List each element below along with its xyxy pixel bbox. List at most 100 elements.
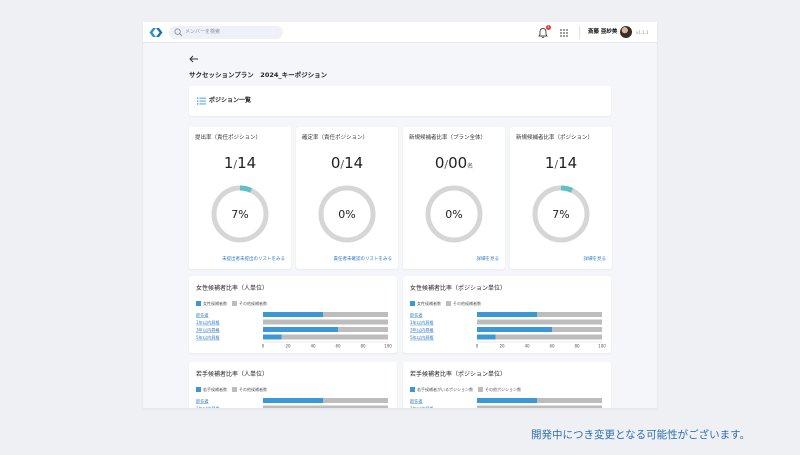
- bar-segment: [263, 405, 388, 408]
- kpi-numerator: 0: [330, 154, 341, 172]
- position-list-label: ポジション一覧: [209, 97, 252, 104]
- kpi-percent: 7%: [552, 208, 569, 221]
- category-label[interactable]: 5年以内昇格: [196, 334, 220, 341]
- legend-label: その他候補者数: [239, 301, 267, 306]
- category-label[interactable]: 即任者: [410, 397, 423, 404]
- legend-label: その他候補者数: [239, 387, 267, 392]
- bar-chart: 即任者1年以内昇格: [196, 397, 388, 408]
- kpi-denominator: 14: [558, 154, 578, 172]
- bar-segment: [477, 334, 496, 340]
- app-logo[interactable]: [149, 27, 163, 38]
- chart-title: 女性候補者比率（ポジション単位）: [410, 285, 507, 292]
- bar-chart: 即任者1年以内昇格: [410, 397, 602, 408]
- kpi-gauge: 7%: [211, 185, 269, 243]
- bar-chart: 即任者1年以内昇格3年以内昇格5年以内昇格 0 20 40 60 80 100: [196, 311, 392, 349]
- kpi-numerator: 1: [544, 154, 555, 172]
- version-label: v1.1.1: [636, 30, 649, 35]
- kpi-card-new-candidate-plan: 新規候補者比率（プラン全体） 0/00名 0% 詳細を見る: [403, 127, 505, 269]
- bar-segment: [477, 405, 602, 408]
- category-label[interactable]: 即任者: [196, 311, 209, 318]
- category-label[interactable]: 1年以内昇格: [196, 319, 220, 326]
- kpi-denominator: 14: [344, 154, 364, 172]
- category-label[interactable]: 即任者: [410, 311, 423, 318]
- kpi-link[interactable]: 詳細を見る: [477, 256, 500, 263]
- tick-label: 100: [384, 344, 392, 349]
- header-divider: [579, 26, 580, 39]
- bar-chart: 即任者1年以内昇格3年以内昇格5年以内昇格 0 20 40 60 80 100: [410, 311, 606, 349]
- kpi-card-submission-rate: 提出率（責任ポジション） 1/14 7% 未提出者未提出のリストをみる: [189, 127, 291, 269]
- chart-title: 若手候補者比率（ポジション単位）: [410, 371, 507, 378]
- kpi-gauge: 0%: [425, 185, 483, 243]
- bar-segment: [263, 312, 323, 317]
- legend-label: その他ポジション数: [485, 387, 521, 392]
- kpi-percent: 7%: [231, 208, 248, 221]
- back-arrow-icon[interactable]: [189, 55, 199, 63]
- kpi-card-new-candidate-position: 新規候補者比率（ポジション） 1/14 7% 詳細を見る: [510, 127, 612, 269]
- top-bar: メンバーを検索 1 斎藤 亜紗美 v1.1.1: [143, 22, 657, 43]
- tick-label: 20: [285, 344, 291, 349]
- chart-legend: 女性候補者数 その他候補者数: [410, 301, 481, 306]
- chart-title: 若手候補者比率（人単位）: [196, 371, 269, 378]
- position-list-link[interactable]: ポジション一覧: [189, 86, 611, 116]
- chart-title: 女性候補者比率（人単位）: [196, 285, 269, 292]
- chart-card-female-position: 女性候補者比率（ポジション単位） 女性候補者数 その他候補者数 即任者 1年以内昇格…: [403, 276, 611, 353]
- bar-segment: [263, 398, 323, 403]
- tick-label: 60: [335, 344, 341, 349]
- page-title: サクセッションプラン 2024_キーポジション: [189, 71, 328, 79]
- kpi-title: 提出率（責任ポジション）: [195, 135, 262, 141]
- legend-swatch-blue: [410, 387, 415, 392]
- chart-legend: 若手候補者数 その他候補者数: [196, 387, 267, 392]
- bar-segment: [537, 398, 602, 403]
- category-label[interactable]: 即任者: [196, 397, 209, 404]
- tick-label: 40: [310, 344, 316, 349]
- category-label[interactable]: 3年以内昇格: [196, 326, 220, 333]
- bar-segment: [263, 327, 338, 332]
- search-placeholder: メンバーを検索: [185, 29, 221, 35]
- legend-label: 若手候補者がいるポジション数: [417, 387, 473, 392]
- tick-label: 0: [476, 344, 479, 349]
- legend-label: 女性候補者数: [203, 301, 227, 306]
- kpi-gauge: 7%: [532, 185, 590, 243]
- app-window: メンバーを検索 1 斎藤 亜紗美 v1.1.1 サクセッションプラン 2024_…: [143, 22, 657, 408]
- bar-segment: [338, 327, 388, 332]
- bar-segment: [477, 312, 537, 317]
- category-label[interactable]: 3年以内昇格: [410, 326, 434, 333]
- legend-swatch-blue: [196, 301, 201, 306]
- kpi-title: 新規候補者比率（ポジション）: [516, 135, 594, 141]
- legend-swatch-gray: [232, 301, 237, 306]
- kpi-value: 0/00名: [434, 154, 474, 172]
- development-notice: 開発中につき変更となる可能性がございます。: [531, 429, 751, 441]
- category-label[interactable]: 5年以内昇格: [410, 334, 434, 341]
- tick-label: 60: [549, 344, 555, 349]
- search-icon: [174, 28, 183, 37]
- bar-segment: [323, 398, 388, 403]
- category-label[interactable]: 1年以内昇格: [410, 405, 434, 408]
- kpi-denominator: 14: [237, 154, 257, 172]
- kpi-link[interactable]: 責任者未確認のリストをみる: [334, 256, 393, 263]
- tick-label: 80: [360, 344, 366, 349]
- member-search-box[interactable]: メンバーを検索: [169, 26, 283, 39]
- avatar[interactable]: [620, 26, 632, 38]
- app-grid-icon[interactable]: [559, 28, 569, 38]
- kpi-link[interactable]: 詳細を見る: [584, 256, 607, 263]
- legend-label: 若手候補者数: [203, 387, 227, 392]
- category-label[interactable]: 1年以内昇格: [410, 319, 434, 326]
- kpi-percent: 0%: [338, 208, 355, 221]
- tick-label: 40: [524, 344, 530, 349]
- legend-swatch-gray: [446, 301, 451, 306]
- bar-segment: [263, 319, 388, 325]
- category-label[interactable]: 1年以内昇格: [196, 405, 220, 408]
- kpi-link[interactable]: 未提出者未提出のリストをみる: [222, 256, 285, 263]
- chart-legend: 女性候補者数 その他候補者数: [196, 301, 267, 306]
- tick-label: 80: [574, 344, 580, 349]
- chart-card-young-person: 若手候補者比率（人単位） 若手候補者数 その他候補者数 即任者 1年以内昇格: [189, 362, 397, 408]
- list-icon: [197, 97, 206, 105]
- user-name[interactable]: 斎藤 亜紗美: [588, 28, 617, 37]
- legend-swatch-gray: [232, 387, 237, 392]
- kpi-numerator: 0: [434, 154, 445, 172]
- bar-segment: [281, 334, 388, 340]
- bar-segment: [323, 312, 388, 317]
- legend-label: その他候補者数: [453, 301, 481, 306]
- tick-label: 0: [262, 344, 265, 349]
- kpi-unit: 名: [467, 163, 474, 170]
